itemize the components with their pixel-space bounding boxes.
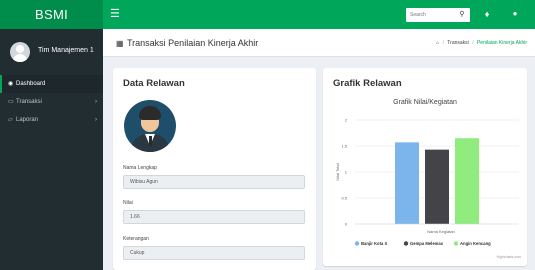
top-navbar: BSMI ☰ ⚲ ♦ ●: [0, 0, 535, 29]
table-icon: ▦: [116, 39, 124, 48]
search-box: ⚲: [406, 8, 470, 22]
dashboard-icon: ◉: [8, 81, 14, 87]
search-input[interactable]: [410, 9, 452, 21]
search-icon[interactable]: ⚲: [456, 9, 468, 21]
y-tick-label: 0: [345, 222, 348, 227]
sidebar-item-label: Transaksi: [16, 99, 42, 105]
page-title: Transaksi Penilaian Kinerja Akhir: [127, 38, 259, 48]
breadcrumb: ⌂ / Transaksi / Penilaian Kinerja Akhir: [436, 40, 527, 46]
y-axis-label: Nilai Total: [335, 163, 340, 180]
laptop-icon: ▭: [8, 99, 14, 105]
nilai-field: 1.66: [123, 210, 305, 224]
sidebar-item-label: Dashboard: [16, 81, 46, 87]
keterangan-label: Keterangan: [123, 236, 149, 242]
content-header: ▦ Transaksi Penilaian Kinerja Akhir ⌂ / …: [103, 29, 535, 57]
keterangan-field: Cukup: [123, 246, 305, 260]
bar-chart: 0 0.5 1 1.5 2 Nilai Total Nama Kegiatan Banjir …: [335, 118, 519, 246]
legend-marker: [403, 241, 409, 246]
nama-lengkap-field: Wibisu Agun: [123, 175, 305, 189]
nama-lengkap-label: Nama Lengkap: [123, 165, 157, 171]
y-tick-label: 2: [345, 118, 348, 123]
bar-banjir-kota-x: [395, 142, 419, 224]
y-tick-label: 1.5: [341, 144, 347, 149]
chart-credits[interactable]: Highcharts.com: [497, 255, 521, 259]
folder-open-icon: ▱: [8, 117, 13, 123]
home-icon[interactable]: ⌂: [436, 40, 439, 46]
chevron-right-icon: ›: [95, 117, 97, 123]
bar-angin-kencang: [455, 138, 479, 224]
y-tick-label: 0.5: [341, 196, 347, 201]
legend-marker: [453, 241, 459, 246]
user-menu-icon[interactable]: ●: [509, 8, 521, 20]
legend-label: Gempa Melemas: [410, 241, 444, 246]
sidebar-item-label: Laporan: [16, 117, 39, 123]
bar-gempa-melemas: [425, 149, 449, 224]
sidebar-item-laporan[interactable]: ▱ Laporan ›: [0, 111, 103, 129]
legend-label: Banjir Kota X: [361, 241, 387, 246]
box-title: Data Relawan: [123, 78, 185, 89]
user-name: Tim Manajemen 1: [38, 47, 94, 54]
nilai-label: Nilai: [123, 200, 133, 206]
sidebar-item-transaksi[interactable]: ▭ Transaksi ›: [0, 93, 103, 111]
data-relawan-box: Data Relawan Nama Lengkap Wibisu Agun Ni…: [113, 68, 316, 270]
breadcrumb-item-current: Penilaian Kinerja Akhir: [476, 40, 527, 46]
avatar: [10, 42, 30, 62]
sidebar-item-dashboard[interactable]: ◉ Dashboard: [0, 75, 103, 93]
grafik-relawan-box: Grafik Relawan Grafik Nilai/Kegiatan 0 0.…: [323, 68, 527, 266]
brand-logo[interactable]: BSMI: [0, 0, 103, 29]
menu-toggle-icon[interactable]: ☰: [110, 9, 120, 20]
profile-picture: [124, 100, 176, 152]
notification-bell-icon[interactable]: ♦: [481, 8, 493, 20]
breadcrumb-item-transaksi[interactable]: Transaksi: [447, 40, 469, 46]
x-axis-label: Nama Kegiatan: [427, 229, 455, 234]
legend-label: Angin Kencang: [460, 241, 491, 246]
y-tick-label: 1: [345, 170, 348, 175]
chevron-right-icon: ›: [95, 99, 97, 105]
sidebar: Tim Manajemen 1 ◉ Dashboard ▭ Transaksi › …: [0, 29, 103, 270]
user-panel: Tim Manajemen 1: [0, 29, 103, 75]
legend-marker: [354, 241, 360, 246]
